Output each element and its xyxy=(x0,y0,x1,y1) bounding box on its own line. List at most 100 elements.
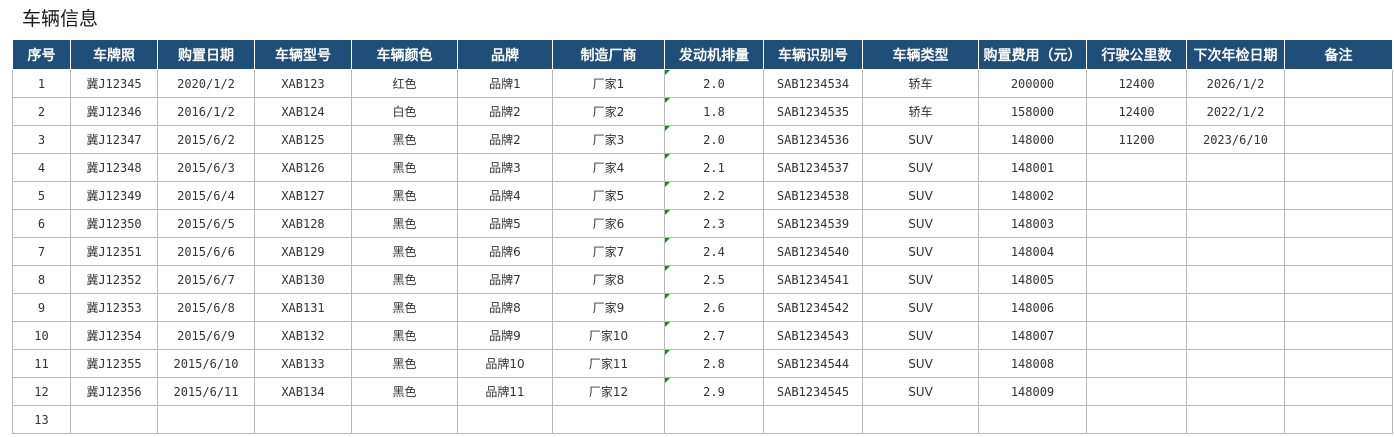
brand-cell[interactable]: 品牌5 xyxy=(457,209,553,238)
manufacturer-cell[interactable]: 厂家3 xyxy=(552,125,665,154)
displacement-cell[interactable] xyxy=(664,405,764,434)
vin-cell[interactable]: SAB1234545 xyxy=(763,377,863,406)
column-header-brand[interactable]: 品牌 xyxy=(457,39,553,70)
index-cell[interactable]: 6 xyxy=(12,209,71,238)
column-header-next-inspection[interactable]: 下次年检日期 xyxy=(1186,39,1285,70)
remarks-cell[interactable] xyxy=(1284,237,1393,266)
mileage-cell[interactable] xyxy=(1086,181,1187,210)
vehicle-type-cell[interactable]: SUV xyxy=(862,181,979,210)
remarks-cell[interactable] xyxy=(1284,153,1393,182)
displacement-cell[interactable]: 2.1 xyxy=(664,153,764,182)
color-cell[interactable]: 黑色 xyxy=(351,209,458,238)
plate-cell[interactable]: 冀J12346 xyxy=(70,97,158,126)
manufacturer-cell[interactable]: 厂家6 xyxy=(552,209,665,238)
purchase-cost-cell[interactable]: 148004 xyxy=(978,237,1087,266)
mileage-cell[interactable]: 12400 xyxy=(1086,97,1187,126)
purchase-date-cell[interactable]: 2020/1/2 xyxy=(157,69,255,98)
purchase-date-cell[interactable]: 2015/6/11 xyxy=(157,377,255,406)
next-inspection-cell[interactable]: 2023/6/10 xyxy=(1186,125,1285,154)
index-cell[interactable]: 4 xyxy=(12,153,71,182)
column-header-remarks[interactable]: 备注 xyxy=(1284,39,1393,70)
vehicle-type-cell[interactable]: SUV xyxy=(862,321,979,350)
plate-cell[interactable]: 冀J12352 xyxy=(70,265,158,294)
model-cell[interactable]: XAB133 xyxy=(254,349,352,378)
purchase-cost-cell[interactable]: 148009 xyxy=(978,377,1087,406)
model-cell[interactable]: XAB132 xyxy=(254,321,352,350)
remarks-cell[interactable] xyxy=(1284,265,1393,294)
purchase-cost-cell[interactable]: 148008 xyxy=(978,349,1087,378)
vehicle-type-cell[interactable]: SUV xyxy=(862,377,979,406)
manufacturer-cell[interactable]: 厂家11 xyxy=(552,349,665,378)
next-inspection-cell[interactable] xyxy=(1186,293,1285,322)
model-cell[interactable]: XAB129 xyxy=(254,237,352,266)
purchase-date-cell[interactable]: 2015/6/8 xyxy=(157,293,255,322)
purchase-cost-cell[interactable]: 148003 xyxy=(978,209,1087,238)
index-cell[interactable]: 2 xyxy=(12,97,71,126)
purchase-date-cell[interactable]: 2015/6/3 xyxy=(157,153,255,182)
mileage-cell[interactable] xyxy=(1086,237,1187,266)
purchase-cost-cell[interactable]: 148007 xyxy=(978,321,1087,350)
model-cell[interactable]: XAB123 xyxy=(254,69,352,98)
column-header-color[interactable]: 车辆颜色 xyxy=(351,39,458,70)
manufacturer-cell[interactable]: 厂家2 xyxy=(552,97,665,126)
index-cell[interactable]: 11 xyxy=(12,349,71,378)
brand-cell[interactable]: 品牌2 xyxy=(457,125,553,154)
mileage-cell[interactable]: 12400 xyxy=(1086,69,1187,98)
brand-cell[interactable]: 品牌8 xyxy=(457,293,553,322)
purchase-date-cell[interactable]: 2015/6/5 xyxy=(157,209,255,238)
manufacturer-cell[interactable]: 厂家10 xyxy=(552,321,665,350)
index-cell[interactable]: 3 xyxy=(12,125,71,154)
model-cell[interactable]: XAB131 xyxy=(254,293,352,322)
plate-cell[interactable]: 冀J12347 xyxy=(70,125,158,154)
color-cell[interactable]: 黑色 xyxy=(351,181,458,210)
color-cell[interactable]: 黑色 xyxy=(351,237,458,266)
index-cell[interactable]: 5 xyxy=(12,181,71,210)
next-inspection-cell[interactable] xyxy=(1186,321,1285,350)
purchase-date-cell[interactable]: 2015/6/7 xyxy=(157,265,255,294)
model-cell[interactable]: XAB127 xyxy=(254,181,352,210)
vehicle-type-cell[interactable]: SUV xyxy=(862,125,979,154)
color-cell[interactable]: 黑色 xyxy=(351,321,458,350)
vehicle-type-cell[interactable]: SUV xyxy=(862,209,979,238)
remarks-cell[interactable] xyxy=(1284,181,1393,210)
vin-cell[interactable]: SAB1234544 xyxy=(763,349,863,378)
color-cell[interactable]: 白色 xyxy=(351,97,458,126)
vin-cell[interactable]: SAB1234543 xyxy=(763,321,863,350)
remarks-cell[interactable] xyxy=(1284,293,1393,322)
index-cell[interactable]: 7 xyxy=(12,237,71,266)
mileage-cell[interactable]: 11200 xyxy=(1086,125,1187,154)
vin-cell[interactable]: SAB1234542 xyxy=(763,293,863,322)
vin-cell[interactable]: SAB1234541 xyxy=(763,265,863,294)
vehicle-type-cell[interactable]: SUV xyxy=(862,293,979,322)
purchase-cost-cell[interactable]: 200000 xyxy=(978,69,1087,98)
brand-cell[interactable]: 品牌3 xyxy=(457,153,553,182)
purchase-cost-cell[interactable]: 148002 xyxy=(978,181,1087,210)
manufacturer-cell[interactable]: 厂家8 xyxy=(552,265,665,294)
remarks-cell[interactable] xyxy=(1284,125,1393,154)
purchase-date-cell[interactable]: 2016/1/2 xyxy=(157,97,255,126)
next-inspection-cell[interactable] xyxy=(1186,237,1285,266)
displacement-cell[interactable]: 2.0 xyxy=(664,69,764,98)
vin-cell[interactable]: SAB1234537 xyxy=(763,153,863,182)
plate-cell[interactable]: 冀J12351 xyxy=(70,237,158,266)
vin-cell[interactable]: SAB1234536 xyxy=(763,125,863,154)
color-cell[interactable]: 红色 xyxy=(351,69,458,98)
next-inspection-cell[interactable] xyxy=(1186,377,1285,406)
purchase-date-cell[interactable]: 2015/6/6 xyxy=(157,237,255,266)
mileage-cell[interactable] xyxy=(1086,153,1187,182)
model-cell[interactable]: XAB128 xyxy=(254,209,352,238)
purchase-cost-cell[interactable]: 158000 xyxy=(978,97,1087,126)
index-cell[interactable]: 10 xyxy=(12,321,71,350)
brand-cell[interactable]: 品牌6 xyxy=(457,237,553,266)
model-cell[interactable]: XAB125 xyxy=(254,125,352,154)
next-inspection-cell[interactable] xyxy=(1186,405,1285,434)
column-header-purchase-date[interactable]: 购置日期 xyxy=(157,39,255,70)
column-header-purchase-cost[interactable]: 购置费用（元） xyxy=(978,39,1087,70)
index-cell[interactable]: 8 xyxy=(12,265,71,294)
next-inspection-cell[interactable]: 2022/1/2 xyxy=(1186,97,1285,126)
displacement-cell[interactable]: 1.8 xyxy=(664,97,764,126)
column-header-index[interactable]: 序号 xyxy=(12,39,71,70)
model-cell[interactable]: XAB126 xyxy=(254,153,352,182)
next-inspection-cell[interactable] xyxy=(1186,209,1285,238)
brand-cell[interactable]: 品牌7 xyxy=(457,265,553,294)
